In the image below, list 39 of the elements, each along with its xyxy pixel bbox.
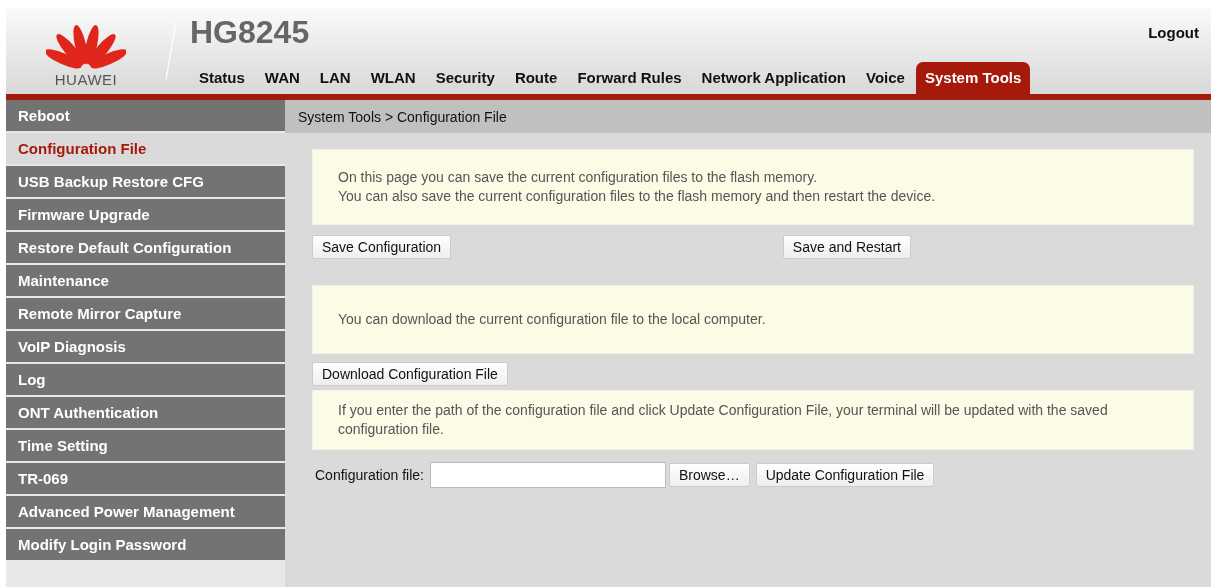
- sidebar-item[interactable]: USB Backup Restore CFG: [6, 166, 285, 199]
- sidebar-item[interactable]: VoIP Diagnosis: [6, 331, 285, 364]
- browse-button[interactable]: Browse…: [668, 463, 750, 487]
- info-text: On this page you can save the current configuration files to the flash memory.: [338, 168, 819, 187]
- sidebar-item[interactable]: Restore Default Configuration: [6, 232, 285, 265]
- sidebar-item[interactable]: Maintenance: [6, 265, 285, 298]
- action-button[interactable]: Download Configuration File: [312, 362, 508, 386]
- sidebar-item[interactable]: Remote Mirror Capture: [6, 298, 285, 331]
- nav-tab[interactable]: WAN: [255, 62, 309, 94]
- sidebar-item[interactable]: Modify Login Password: [6, 529, 285, 562]
- sidebar-item[interactable]: ONT Authentication: [6, 397, 285, 430]
- sidebar-item[interactable]: TR-069: [6, 463, 285, 496]
- nav-tab[interactable]: Network Application: [692, 62, 856, 94]
- nav-tab[interactable]: Forward Rules: [568, 62, 691, 94]
- action-button[interactable]: Update Configuration File: [755, 463, 935, 487]
- sidebar-item[interactable]: Advanced Power Management: [6, 496, 285, 529]
- nav-tab[interactable]: LAN: [310, 62, 360, 94]
- nav-tab[interactable]: Route: [505, 62, 567, 94]
- file-path-field[interactable]: [429, 462, 666, 488]
- action-button[interactable]: Save Configuration: [312, 235, 452, 259]
- nav-tab[interactable]: Status: [190, 62, 254, 94]
- action-button[interactable]: Save and Restart: [782, 235, 911, 259]
- info-text: If you enter the path of the configuration file and click Update Configuration File, your terminal will be updated with the saved configuration file.: [338, 401, 1109, 439]
- sidebar-item[interactable]: Reboot: [6, 100, 285, 133]
- model-title: HG8245: [190, 14, 310, 51]
- sidebar-item[interactable]: Configuration File: [6, 133, 285, 166]
- field-label: Configuration file:: [315, 467, 424, 483]
- logo-text: HUAWEI: [54, 71, 118, 88]
- sidebar-item[interactable]: Log: [6, 364, 285, 397]
- info-text: You can also save the current configuration files to the flash memory and then restart the device.: [338, 187, 937, 206]
- nav-tab[interactable]: Security: [426, 62, 504, 94]
- logout-link[interactable]: Logout: [1148, 24, 1199, 41]
- info-text: You can download the current configuration file to the local computer.: [338, 310, 767, 329]
- sidebar-item[interactable]: Time Setting: [6, 430, 285, 463]
- nav-tab[interactable]: System Tools: [915, 62, 1031, 94]
- sidebar-item[interactable]: Firmware Upgrade: [6, 199, 285, 232]
- nav-tab[interactable]: Voice: [857, 62, 914, 94]
- nav-tab[interactable]: WLAN: [361, 62, 425, 94]
- breadcrumb: System Tools > Configuration File: [285, 100, 1211, 133]
